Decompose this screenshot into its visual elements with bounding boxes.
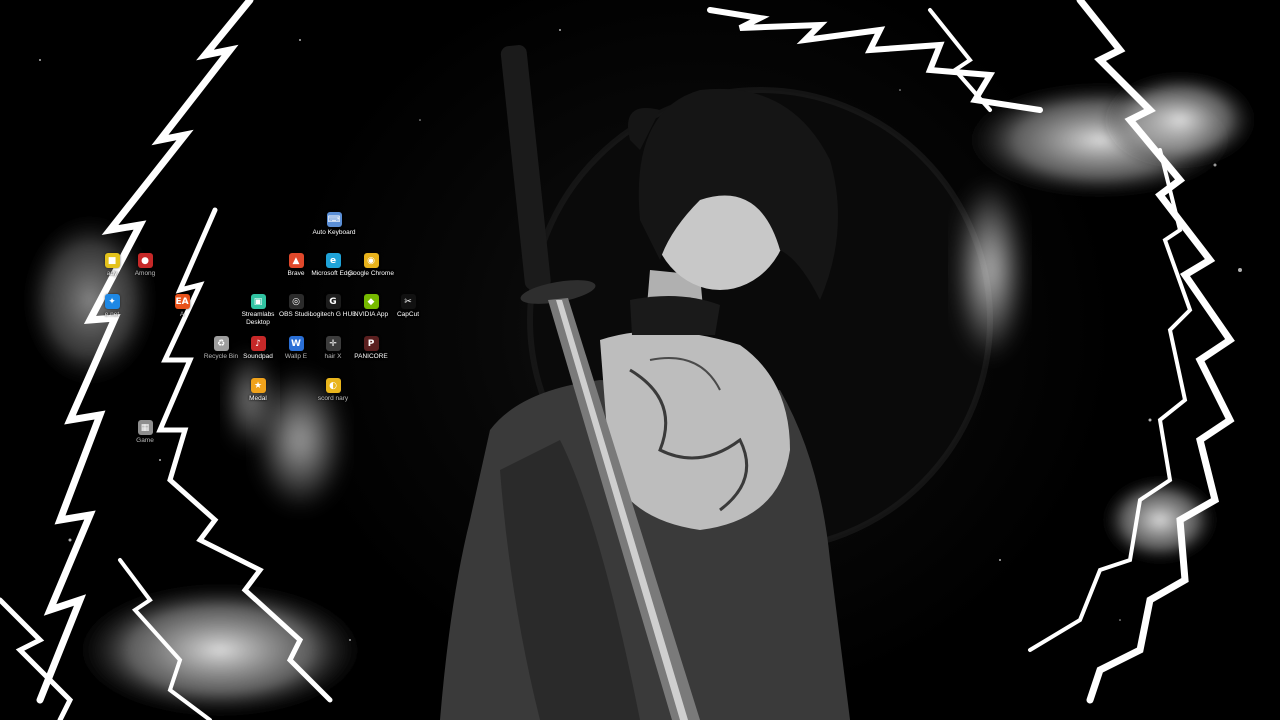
recycle-bin-icon: ♻ [213, 336, 229, 351]
obs-icon: ◎ [288, 294, 304, 309]
ea-icon: EA [174, 294, 190, 309]
desktop-icon-recycle-bin[interactable]: ♻ Recycle Bin [198, 336, 244, 361]
desktop-icon-label: Recycle Bin [203, 353, 239, 360]
edge-icon: e [325, 253, 341, 268]
desktop-icon-label: Game [136, 437, 154, 444]
panicore-icon: P [363, 336, 379, 351]
discord-icon: ◐ [325, 378, 341, 393]
desktop-icon-label: e.net [104, 311, 120, 318]
nvidia-icon: ◆ [363, 294, 379, 309]
brave-icon: ▲ [288, 253, 304, 268]
logitech-ghub-icon: G [325, 294, 341, 309]
soundpad-icon: ♪ [250, 336, 266, 351]
streamlabs-icon: ▣ [250, 294, 266, 309]
game-icon: ▦ [137, 420, 153, 435]
desktop-icon-label: A [179, 311, 185, 318]
desktop-icon-keyboard[interactable]: ⌨ Auto Keyboard [311, 212, 357, 237]
desktop-icon-game[interactable]: ▦ Game [122, 420, 168, 445]
desktop-icon-label: Auto Keyboard [312, 229, 356, 236]
desktop-icon-label: Medal [249, 395, 267, 402]
app-icon: ■ [104, 253, 120, 268]
desktop-icon-chrome[interactable]: ◉ Google Chrome [348, 253, 394, 278]
crosshair-icon: ✛ [325, 336, 341, 351]
desktop-icon-discord[interactable]: ◐ scord nary [310, 378, 356, 403]
desktop-icon-medal[interactable]: ★ Medal [235, 378, 281, 403]
desktop-icon-label: scord nary [317, 395, 349, 402]
battlenet-icon: ✦ [104, 294, 120, 309]
desktop-icon-panicore[interactable]: P PANICORE [348, 336, 394, 361]
chrome-icon: ◉ [363, 253, 379, 268]
capcut-icon: ✂ [400, 294, 416, 309]
desktop-icon-ea[interactable]: EA A [159, 294, 205, 319]
desktop[interactable]: ⌨ Auto Keyboard ▲ Brave e Microsoft Edge ◉ Goog… [0, 0, 1280, 720]
medal-icon: ★ [250, 378, 266, 393]
desktop-icon-label: Google Chrome [348, 270, 394, 277]
desktop-icon-label: CapCut [396, 311, 420, 318]
desktop-icon-label: PANICORE [354, 353, 388, 360]
desktop-icon-capcut[interactable]: ✂ CapCut [385, 294, 431, 319]
desktop-icon-battlenet[interactable]: ✦ e.net [89, 294, 135, 319]
wallpaper [0, 0, 1260, 720]
desktop-icon-label: ady [106, 270, 118, 277]
wallpaper-engine-icon: W [288, 336, 304, 351]
desktop-icon-app[interactable]: ■ ady [89, 253, 135, 278]
among-us-icon: ● [137, 253, 153, 268]
keyboard-icon: ⌨ [326, 212, 342, 227]
